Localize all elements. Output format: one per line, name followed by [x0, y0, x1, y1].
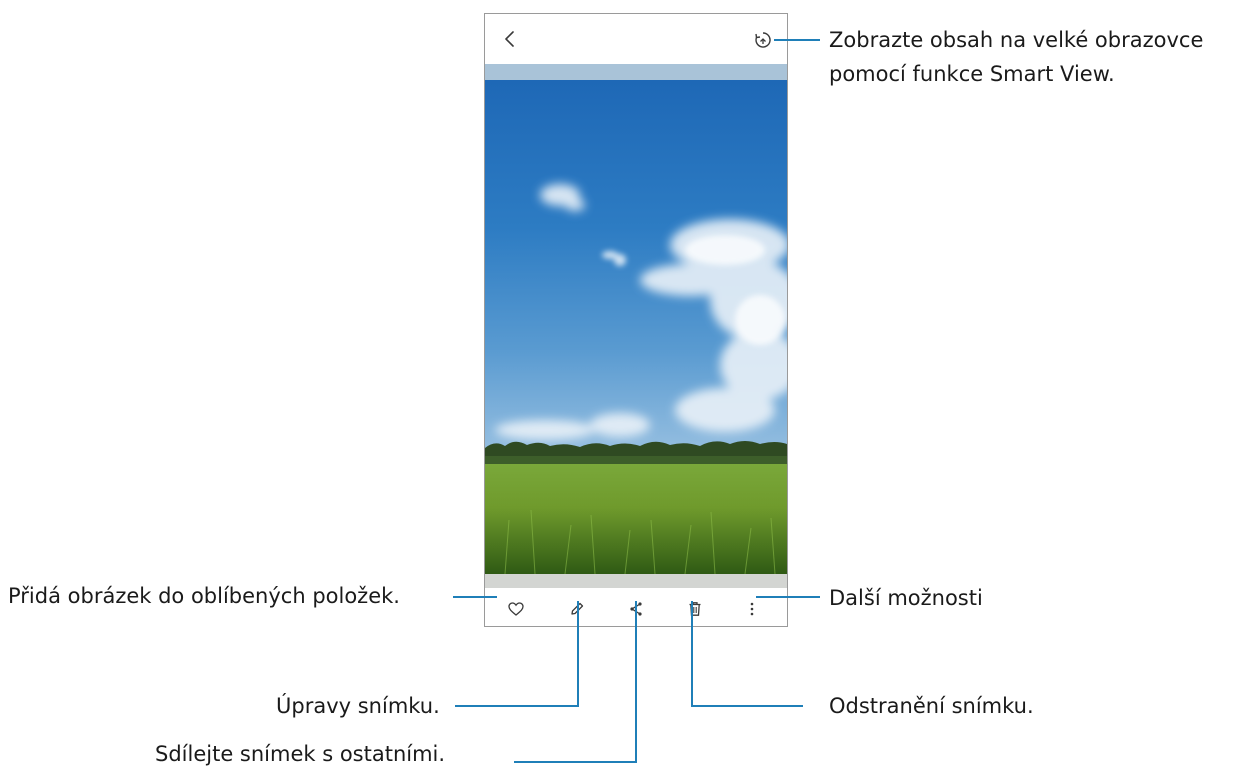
- chevron-left-icon[interactable]: [499, 28, 521, 50]
- callout-edit: Úpravy snímku.: [276, 694, 440, 718]
- status-band: [485, 64, 787, 80]
- callout-share: Sdílejte snímek s ostatními.: [155, 742, 446, 766]
- phone-screen: [484, 13, 788, 627]
- landscape-photo: [485, 184, 787, 574]
- callout-more: Další možnosti: [829, 586, 983, 610]
- callout-delete: Odstranění snímku.: [829, 694, 1034, 718]
- photo-viewer[interactable]: [485, 80, 787, 574]
- heart-icon[interactable]: [505, 598, 527, 620]
- trash-icon[interactable]: [684, 598, 706, 620]
- callout-smart-view-line2: pomocí funkce Smart View.: [829, 62, 1115, 86]
- more-vertical-icon[interactable]: [741, 598, 763, 620]
- callout-smart-view-line1: Zobrazte obsah na velké obrazovce: [829, 28, 1204, 52]
- share-icon[interactable]: [625, 598, 647, 620]
- pencil-icon[interactable]: [566, 598, 588, 620]
- control-band: [485, 574, 787, 588]
- bottom-toolbar: [485, 588, 787, 626]
- callout-favorite: Přidá obrázek do oblíbených položek.: [8, 584, 400, 608]
- top-bar: [485, 14, 787, 64]
- smart-view-icon[interactable]: [752, 29, 774, 51]
